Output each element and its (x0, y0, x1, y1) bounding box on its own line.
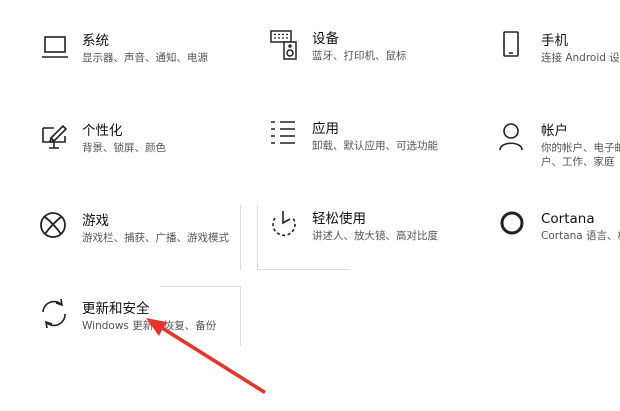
tile-title: 轻松使用 (312, 211, 366, 227)
tile-ease-of-access[interactable]: 轻松使用 讲述人、放大镜、高对比度 (270, 210, 470, 250)
tile-description: 显示器、声音、通知、电源 (82, 52, 208, 64)
tile-description: 背景、锁屏、颜色 (82, 142, 166, 154)
hover-reveal-line (258, 269, 350, 270)
tile-title: 更新和安全 (82, 301, 150, 317)
cortana-icon (499, 210, 531, 242)
tile-description: Cortana 语言、权 (541, 230, 620, 242)
laptop-icon (40, 32, 72, 64)
tile-description-line2: 户、工作、家庭 (541, 156, 615, 168)
tile-apps[interactable]: 应用 卸载、默认应用、可选功能 (270, 120, 470, 160)
tile-title: 个性化 (82, 123, 123, 139)
tile-system[interactable]: 系统 显示器、声音、通知、电源 (40, 32, 240, 72)
xbox-icon (40, 212, 72, 244)
apps-list-icon (270, 120, 302, 152)
phone-icon (499, 31, 531, 64)
tile-title: 设备 (312, 31, 339, 47)
tile-title: 帐户 (541, 123, 568, 139)
tile-title: 系统 (82, 33, 109, 49)
tile-description: 卸载、默认应用、可选功能 (312, 140, 438, 152)
sync-icon (40, 298, 72, 332)
tile-description: 连接 Android 设 (541, 52, 620, 64)
hover-reveal-line (240, 205, 241, 270)
ease-of-access-icon (270, 210, 302, 242)
tile-title: 游戏 (82, 213, 109, 229)
tile-description-line1: 你的帐户、电子邮 (541, 142, 620, 154)
tile-title: Cortana (541, 211, 595, 227)
paint-icon (40, 122, 72, 154)
hover-reveal-line (160, 286, 240, 287)
person-icon (499, 122, 531, 154)
tile-description: 蓝牙、打印机、鼠标 (312, 50, 407, 62)
tile-cortana[interactable]: Cortana Cortana 语言、权 (499, 210, 620, 250)
tile-gaming[interactable]: 游戏 游戏栏、捕获、广播、游戏模式 (40, 212, 240, 252)
keyboard-speaker-icon (270, 30, 302, 62)
tile-devices[interactable]: 设备 蓝牙、打印机、鼠标 (270, 30, 470, 70)
hover-reveal-line (257, 205, 258, 270)
tile-accounts[interactable]: 帐户 你的帐户、电子邮 户、工作、家庭 (499, 122, 620, 170)
tile-description: 讲述人、放大镜、高对比度 (312, 230, 438, 242)
tile-title: 应用 (312, 121, 339, 137)
tile-description: 游戏栏、捕获、广播、游戏模式 (82, 232, 229, 244)
tile-phone[interactable]: 手机 连接 Android 设 (499, 31, 620, 72)
tile-update-security[interactable]: 更新和安全 Windows 更新、恢复、备份 (40, 298, 240, 340)
tile-title: 手机 (541, 33, 568, 49)
hover-reveal-line (240, 286, 241, 346)
tile-description: Windows 更新、恢复、备份 (82, 320, 217, 332)
tile-personalization[interactable]: 个性化 背景、锁屏、颜色 (40, 122, 240, 162)
